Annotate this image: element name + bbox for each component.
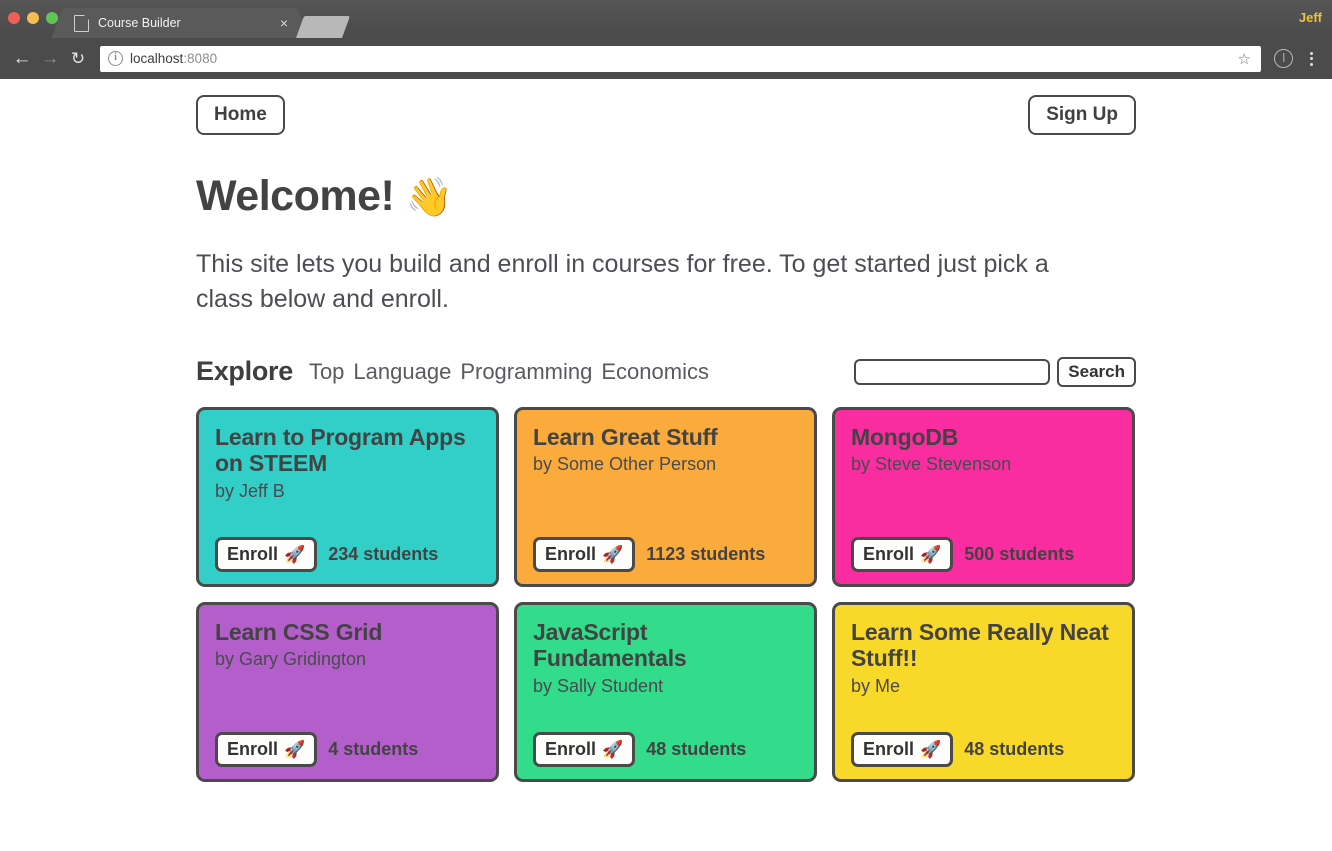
- rocket-icon: 🚀: [284, 544, 306, 564]
- course-card[interactable]: Learn Great Stuff by Some Other Person E…: [514, 407, 817, 587]
- page-viewport: Home Sign Up Welcome! 👋 This site lets y…: [0, 79, 1332, 851]
- minimize-window-button[interactable]: [27, 12, 39, 24]
- rocket-icon: 🚀: [602, 739, 624, 759]
- filter-economics[interactable]: Economics: [601, 359, 709, 385]
- enroll-button-label: Enroll: [863, 544, 915, 564]
- filter-top[interactable]: Top: [309, 359, 344, 385]
- toolbar-right-group: [1267, 49, 1324, 68]
- course-author: by Steve Stevenson: [851, 454, 1012, 475]
- course-card[interactable]: MongoDB by Steve Stevenson Enroll 🚀 500 …: [832, 407, 1135, 587]
- page-title: Welcome! 👋: [196, 175, 1136, 218]
- category-filter-list: Top Language Programming Economics: [309, 359, 709, 385]
- explore-bar: Explore Top Language Programming Economi…: [196, 356, 1136, 387]
- reload-icon[interactable]: ↻: [64, 45, 92, 73]
- forward-icon[interactable]: →: [36, 45, 64, 73]
- course-card-footer: Enroll 🚀 48 students: [851, 732, 1116, 767]
- enroll-button[interactable]: Enroll 🚀: [215, 537, 318, 572]
- search-area: Search: [854, 356, 1136, 387]
- course-title: Learn CSS Grid: [215, 619, 383, 645]
- enroll-button[interactable]: Enroll 🚀: [533, 732, 636, 767]
- course-title: Learn Great Stuff: [533, 424, 718, 450]
- course-title: JavaScript Fundamentals: [533, 619, 687, 672]
- site-info-icon[interactable]: i: [108, 51, 123, 66]
- site-header: Home Sign Up: [196, 95, 1136, 135]
- account-icon[interactable]: [1274, 49, 1293, 68]
- enroll-button-label: Enroll: [545, 739, 597, 759]
- enroll-button[interactable]: Enroll 🚀: [851, 732, 954, 767]
- course-card-footer: Enroll 🚀 1123 students: [533, 537, 798, 572]
- enroll-button-label: Enroll: [227, 739, 279, 759]
- browser-toolbar: ← → ↻ i localhost:8080 ☆: [0, 38, 1332, 79]
- search-input[interactable]: [854, 358, 1051, 385]
- browser-titlebar: Course Builder × Jeff: [0, 0, 1332, 38]
- course-author: by Gary Gridington: [215, 649, 367, 670]
- enroll-button-label: Enroll: [545, 544, 597, 564]
- enroll-button[interactable]: Enroll 🚀: [533, 537, 636, 572]
- rocket-icon: 🚀: [284, 739, 306, 759]
- course-author: by Jeff B: [215, 480, 285, 501]
- window-controls[interactable]: [8, 12, 58, 24]
- page-content: Home Sign Up Welcome! 👋 This site lets y…: [196, 79, 1136, 782]
- page-title-text: Welcome!: [196, 172, 395, 220]
- explore-heading: Explore: [196, 356, 293, 386]
- url-port: :8080: [183, 51, 218, 66]
- student-count: 500 students: [964, 544, 1075, 564]
- page-favicon-icon: [74, 14, 89, 32]
- menu-kebab-icon[interactable]: [1302, 51, 1320, 66]
- url-host: localhost: [130, 51, 184, 66]
- tab-title: Course Builder: [98, 16, 181, 30]
- enroll-button-label: Enroll: [227, 544, 279, 564]
- course-title: Learn to Program Apps on STEEM: [215, 424, 466, 477]
- sign-up-button[interactable]: Sign Up: [1028, 95, 1136, 135]
- tab-strip: Course Builder ×: [64, 8, 351, 38]
- browser-chrome: Course Builder × Jeff ← → ↻ i localhost:…: [0, 0, 1332, 79]
- course-author: by Me: [851, 675, 901, 696]
- enroll-button[interactable]: Enroll 🚀: [215, 732, 318, 767]
- course-card-footer: Enroll 🚀 234 students: [215, 537, 480, 572]
- course-card[interactable]: JavaScript Fundamentals by Sally Student…: [514, 602, 817, 782]
- filter-language[interactable]: Language: [353, 359, 451, 385]
- student-count: 1123 students: [646, 544, 766, 564]
- course-card[interactable]: Learn Some Really Neat Stuff!! by Me Enr…: [832, 602, 1135, 782]
- student-count: 48 students: [646, 739, 747, 759]
- bookmark-star-icon[interactable]: ☆: [1238, 50, 1253, 68]
- profile-label[interactable]: Jeff: [1299, 10, 1322, 25]
- browser-tab-course-builder[interactable]: Course Builder ×: [64, 8, 296, 38]
- course-title: Learn Some Really Neat Stuff!!: [851, 619, 1109, 672]
- enroll-button-label: Enroll: [863, 739, 915, 759]
- close-window-button[interactable]: [8, 12, 20, 24]
- course-author: by Some Other Person: [533, 454, 717, 475]
- student-count: 48 students: [964, 739, 1065, 759]
- student-count: 4 students: [328, 739, 419, 759]
- home-button[interactable]: Home: [196, 95, 285, 135]
- course-card-footer: Enroll 🚀 4 students: [215, 732, 480, 767]
- course-card[interactable]: Learn to Program Apps on STEEM by Jeff B…: [196, 407, 499, 587]
- address-bar[interactable]: i localhost:8080 ☆: [100, 45, 1261, 72]
- close-tab-icon[interactable]: ×: [274, 16, 288, 30]
- filter-programming[interactable]: Programming: [460, 359, 592, 385]
- course-card-footer: Enroll 🚀 48 students: [533, 732, 798, 767]
- address-bar-url: localhost:8080: [130, 51, 1238, 66]
- intro-paragraph: This site lets you build and enroll in c…: [196, 250, 1049, 313]
- enroll-button[interactable]: Enroll 🚀: [851, 537, 954, 572]
- waving-hand-icon: 👋: [405, 177, 453, 219]
- search-button[interactable]: Search: [1057, 356, 1136, 387]
- student-count: 234 students: [328, 544, 439, 564]
- course-title: MongoDB: [851, 424, 959, 450]
- course-card[interactable]: Learn CSS Grid by Gary Gridington Enroll…: [196, 602, 499, 782]
- course-card-grid: Learn to Program Apps on STEEM by Jeff B…: [196, 407, 1136, 782]
- rocket-icon: 🚀: [920, 739, 942, 759]
- rocket-icon: 🚀: [602, 544, 624, 564]
- rocket-icon: 🚀: [920, 544, 942, 564]
- course-card-footer: Enroll 🚀 500 students: [851, 537, 1116, 572]
- back-icon[interactable]: ←: [8, 45, 36, 73]
- course-author: by Sally Student: [533, 675, 664, 696]
- new-tab-button[interactable]: [295, 16, 351, 38]
